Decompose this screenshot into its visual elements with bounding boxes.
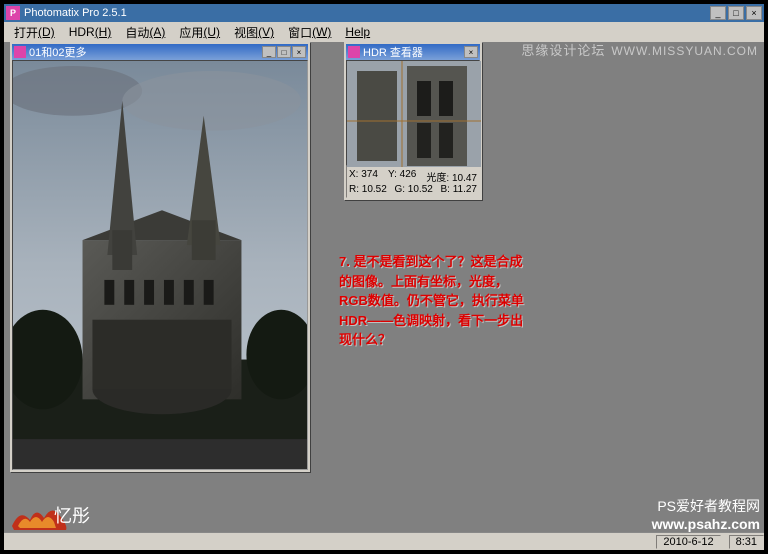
hdr-viewer-title: HDR 查看器 bbox=[363, 44, 423, 60]
doc-maximize-button[interactable]: □ bbox=[277, 46, 291, 58]
document-icon bbox=[14, 46, 26, 58]
main-titlebar: P Photomatix Pro 2.5.1 _ □ × bbox=[4, 4, 764, 22]
hdr-x: 374 bbox=[361, 169, 378, 180]
document-title: 01和02更多 bbox=[29, 44, 86, 60]
app-title: Photomatix Pro 2.5.1 bbox=[24, 7, 127, 19]
maximize-button[interactable]: □ bbox=[728, 6, 744, 20]
menu-auto[interactable]: 自动(A) bbox=[119, 22, 171, 43]
cathedral-image bbox=[13, 61, 307, 469]
hdr-r: 10.52 bbox=[362, 184, 387, 195]
hdr-thumbnail bbox=[347, 61, 481, 167]
document-window[interactable]: 01和02更多 _ □ × bbox=[10, 42, 310, 472]
tutorial-annotation: 7. 是不是看到这个了？这是合成的图像。上面有坐标，光度，RGB数值。仍不管它，… bbox=[339, 252, 529, 350]
hdr-viewer-window[interactable]: HDR 查看器 × X: 374 bbox=[344, 42, 482, 200]
hdr-b: 11.27 bbox=[453, 184, 477, 195]
menu-open[interactable]: 打开(D) bbox=[8, 22, 61, 43]
watermark-bottom-right: PS爱好者教程网 www.psahz.com bbox=[652, 496, 760, 532]
minimize-button[interactable]: _ bbox=[710, 6, 726, 20]
menu-app[interactable]: 应用(U) bbox=[173, 22, 226, 43]
hdr-lum: 10.47 bbox=[452, 173, 477, 184]
hdr-g: 10.52 bbox=[408, 184, 433, 195]
menu-view[interactable]: 视图(V) bbox=[228, 22, 280, 43]
hdr-y: 426 bbox=[400, 169, 417, 180]
watermark-bottom-left: 忆彤 bbox=[10, 498, 90, 532]
menu-window[interactable]: 窗口(W) bbox=[282, 22, 337, 43]
menu-help[interactable]: Help bbox=[339, 23, 376, 41]
watermark-top: 思缘设计论坛WWW.MISSYUAN.COM bbox=[521, 40, 758, 59]
hdr-viewer-icon bbox=[348, 46, 360, 58]
menu-hdr[interactable]: HDR(H) bbox=[63, 23, 118, 41]
mdi-workspace: 01和02更多 _ □ × bbox=[4, 42, 764, 532]
document-titlebar: 01和02更多 _ □ × bbox=[12, 44, 308, 60]
doc-close-button[interactable]: × bbox=[292, 46, 306, 58]
doc-minimize-button[interactable]: _ bbox=[262, 46, 276, 58]
statusbar: 2010-6-12 8:31 bbox=[4, 532, 764, 550]
app-icon: P bbox=[6, 6, 20, 20]
hdr-viewer-titlebar: HDR 查看器 × bbox=[346, 44, 480, 60]
close-button[interactable]: × bbox=[746, 6, 762, 20]
status-date: 2010-6-12 bbox=[656, 535, 720, 549]
menubar: 打开(D) HDR(H) 自动(A) 应用(U) 视图(V) 窗口(W) Hel… bbox=[4, 22, 764, 42]
status-time: 8:31 bbox=[729, 535, 764, 549]
hdr-info-panel: X: 374 Y: 426 光度: 10.47 R: 10.52 G: 10.5… bbox=[346, 166, 480, 198]
hdr-close-button[interactable]: × bbox=[464, 46, 478, 58]
